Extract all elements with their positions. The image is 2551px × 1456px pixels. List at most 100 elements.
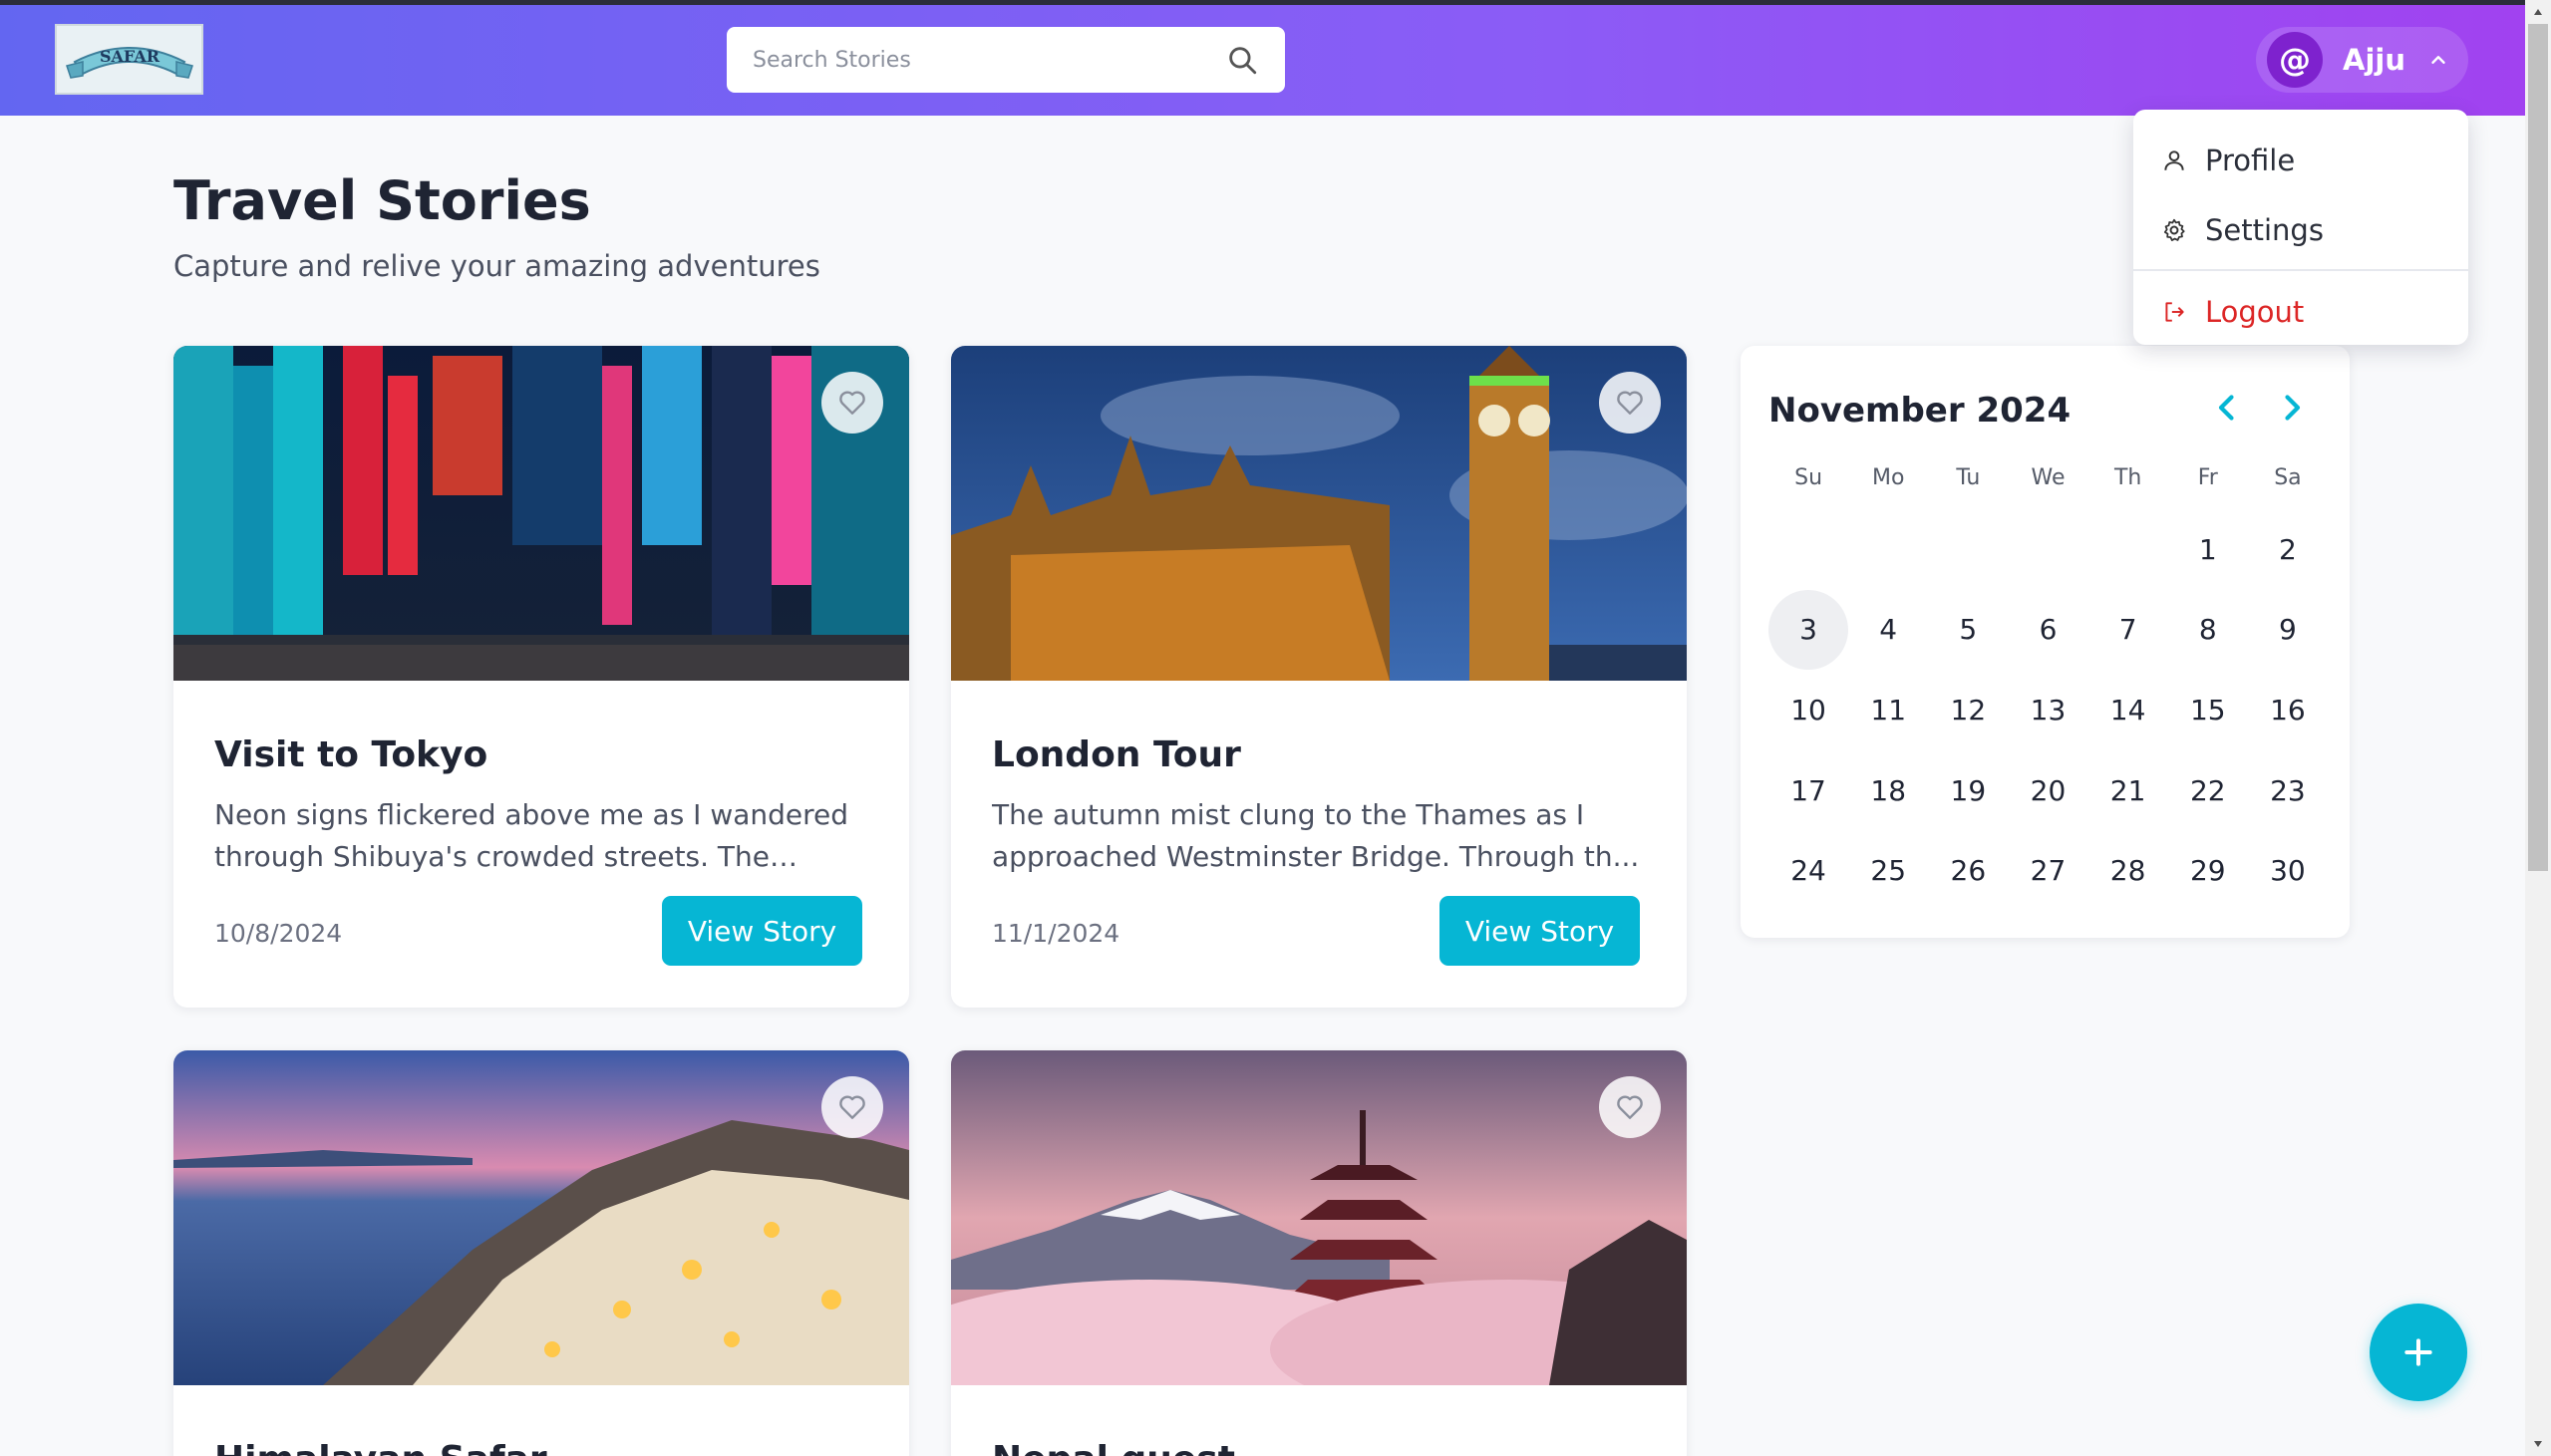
calendar-day[interactable]: 1 [2168,509,2248,590]
calendar-week-row: 34 5 6 7 8 9 [1768,589,2328,671]
safar-logo[interactable]: SAFAR [55,24,203,95]
calendar-day[interactable]: 28 [2088,830,2168,911]
gear-icon [2163,218,2185,241]
app-header: SAFAR @ Ajju [0,0,2525,116]
calendar-day[interactable]: 10 [1768,670,1848,750]
story-image-tokyo[interactable] [173,346,909,681]
avatar: @ [2267,32,2323,88]
search-bar [727,27,1285,93]
heart-icon [839,1095,865,1119]
calendar-day[interactable]: 7 [2088,590,2168,671]
calendar-day[interactable]: 8 [2168,590,2248,671]
scroll-down-icon[interactable] [2525,1432,2551,1456]
calendar-day[interactable]: 5 [1928,590,2008,671]
calendar-day[interactable]: 23 [2248,750,2328,831]
chevron-up-icon [2431,56,2445,64]
chevron-left-icon[interactable] [2209,390,2245,426]
calendar-day[interactable]: 29 [2168,830,2248,911]
calendar-day-number: 21 [2109,773,2146,807]
calendar-day-number: 25 [1870,854,1907,888]
add-story-button[interactable] [2370,1304,2467,1401]
calendar-day[interactable]: 15 [2168,670,2248,750]
heart-icon [839,391,865,415]
calendar-day-number: 24 [1790,854,1826,888]
calendar-day[interactable]: 30 [2248,830,2328,911]
calendar-day[interactable]: 14 [2088,670,2168,750]
weekday-label: Tu [1956,465,1981,490]
favorite-button[interactable] [821,1076,883,1138]
logo-banner-icon: SAFAR [65,47,193,79]
scrollbar-thumb[interactable] [2528,24,2548,871]
calendar-day[interactable]: 9 [2248,590,2328,671]
weekday-header-row: Su Mo Tu We Th Fr Sa [1768,465,2328,509]
logout-icon [2165,302,2184,322]
calendar-day[interactable]: 3 [1768,589,1849,671]
calendar-day[interactable]: 12 [1928,670,2008,750]
user-dropdown-menu: Profile Settings Logout [2133,110,2468,345]
menu-item-settings[interactable]: Settings [2133,195,2468,265]
menu-item-profile[interactable]: Profile [2133,126,2468,195]
story-title: London Tour [992,734,1241,775]
calendar-empty-cell [1768,509,1848,590]
calendar-day-number: 19 [1950,773,1987,807]
user-menu-toggle[interactable]: @ Ajju [2256,27,2468,93]
favorite-button[interactable] [1599,372,1661,434]
calendar-day[interactable]: 22 [2168,750,2248,831]
calendar-day[interactable]: 20 [2008,750,2087,831]
calendar-day[interactable]: 19 [1928,750,2008,831]
menu-item-label: Profile [2205,144,2296,177]
favorite-button[interactable] [1599,1076,1661,1138]
story-image-london[interactable] [951,346,1687,681]
search-input[interactable] [753,47,1225,73]
calendar-day[interactable]: 24 [1768,830,1848,911]
story-card: London Tour The autumn mist clung to the… [951,346,1687,1008]
weekday-label: Mo [1871,465,1905,490]
story-card: Himalayan Safar [173,1050,909,1456]
calendar-day-number: 10 [1790,693,1826,727]
calendar-day-number [1928,509,2008,589]
menu-item-logout[interactable]: Logout [2133,277,2468,347]
story-excerpt: The autumn mist clung to the Thames as I… [992,798,1640,873]
calendar-day[interactable]: 4 [1848,590,1928,671]
calendar-day[interactable]: 27 [2008,830,2087,911]
story-image-himalayan[interactable] [173,1050,909,1385]
menu-item-label: Logout [2205,295,2305,329]
search-icon[interactable] [1225,43,1259,77]
calendar-day-number: 4 [1879,613,1898,647]
calendar-day-number: 2 [2278,532,2297,566]
scroll-up-icon[interactable] [2525,0,2551,24]
calendar-day[interactable]: 6 [2008,590,2087,671]
page-scrollbar[interactable] [2525,0,2551,1456]
menu-item-label: Settings [2205,213,2324,247]
chevron-right-icon[interactable] [2274,390,2310,426]
calendar-day-number: 6 [2039,613,2058,647]
calendar-day[interactable]: 21 [2088,750,2168,831]
calendar-day[interactable]: 18 [1848,750,1928,831]
calendar-day[interactable]: 16 [2248,670,2328,750]
calendar-day-number [2008,509,2087,589]
story-image-nepal[interactable] [951,1050,1687,1419]
calendar-week-row: 17 18 19 20 21 22 23 [1768,750,2328,831]
calendar-day[interactable]: 11 [1848,670,1928,750]
calendar-empty-cell [2008,509,2087,590]
favorite-button[interactable] [821,372,883,434]
calendar-day-number: 13 [2030,693,2067,727]
heart-icon [1617,1095,1643,1119]
weekday-label: Sa [2274,465,2302,490]
user-icon [2164,150,2184,170]
calendar-day[interactable]: 26 [1928,830,2008,911]
view-story-button[interactable]: View Story [1439,896,1640,966]
calendar-day[interactable]: 2 [2248,509,2328,590]
calendar-week-row: 12 [1768,509,2328,590]
calendar-month-label: November 2024 [1768,391,2072,431]
calendar-day[interactable]: 13 [2008,670,2087,750]
calendar-day-number: 22 [2189,773,2226,807]
calendar-day[interactable]: 17 [1768,750,1848,831]
calendar-day-number: 17 [1790,773,1826,807]
plus-icon [2404,1338,2432,1366]
calendar-day-number: 3 [1768,589,1849,670]
calendar-day[interactable]: 25 [1848,830,1928,911]
page-title: Travel Stories [173,169,591,232]
view-story-button[interactable]: View Story [662,896,862,966]
calendar-day-number: 16 [2270,693,2306,727]
